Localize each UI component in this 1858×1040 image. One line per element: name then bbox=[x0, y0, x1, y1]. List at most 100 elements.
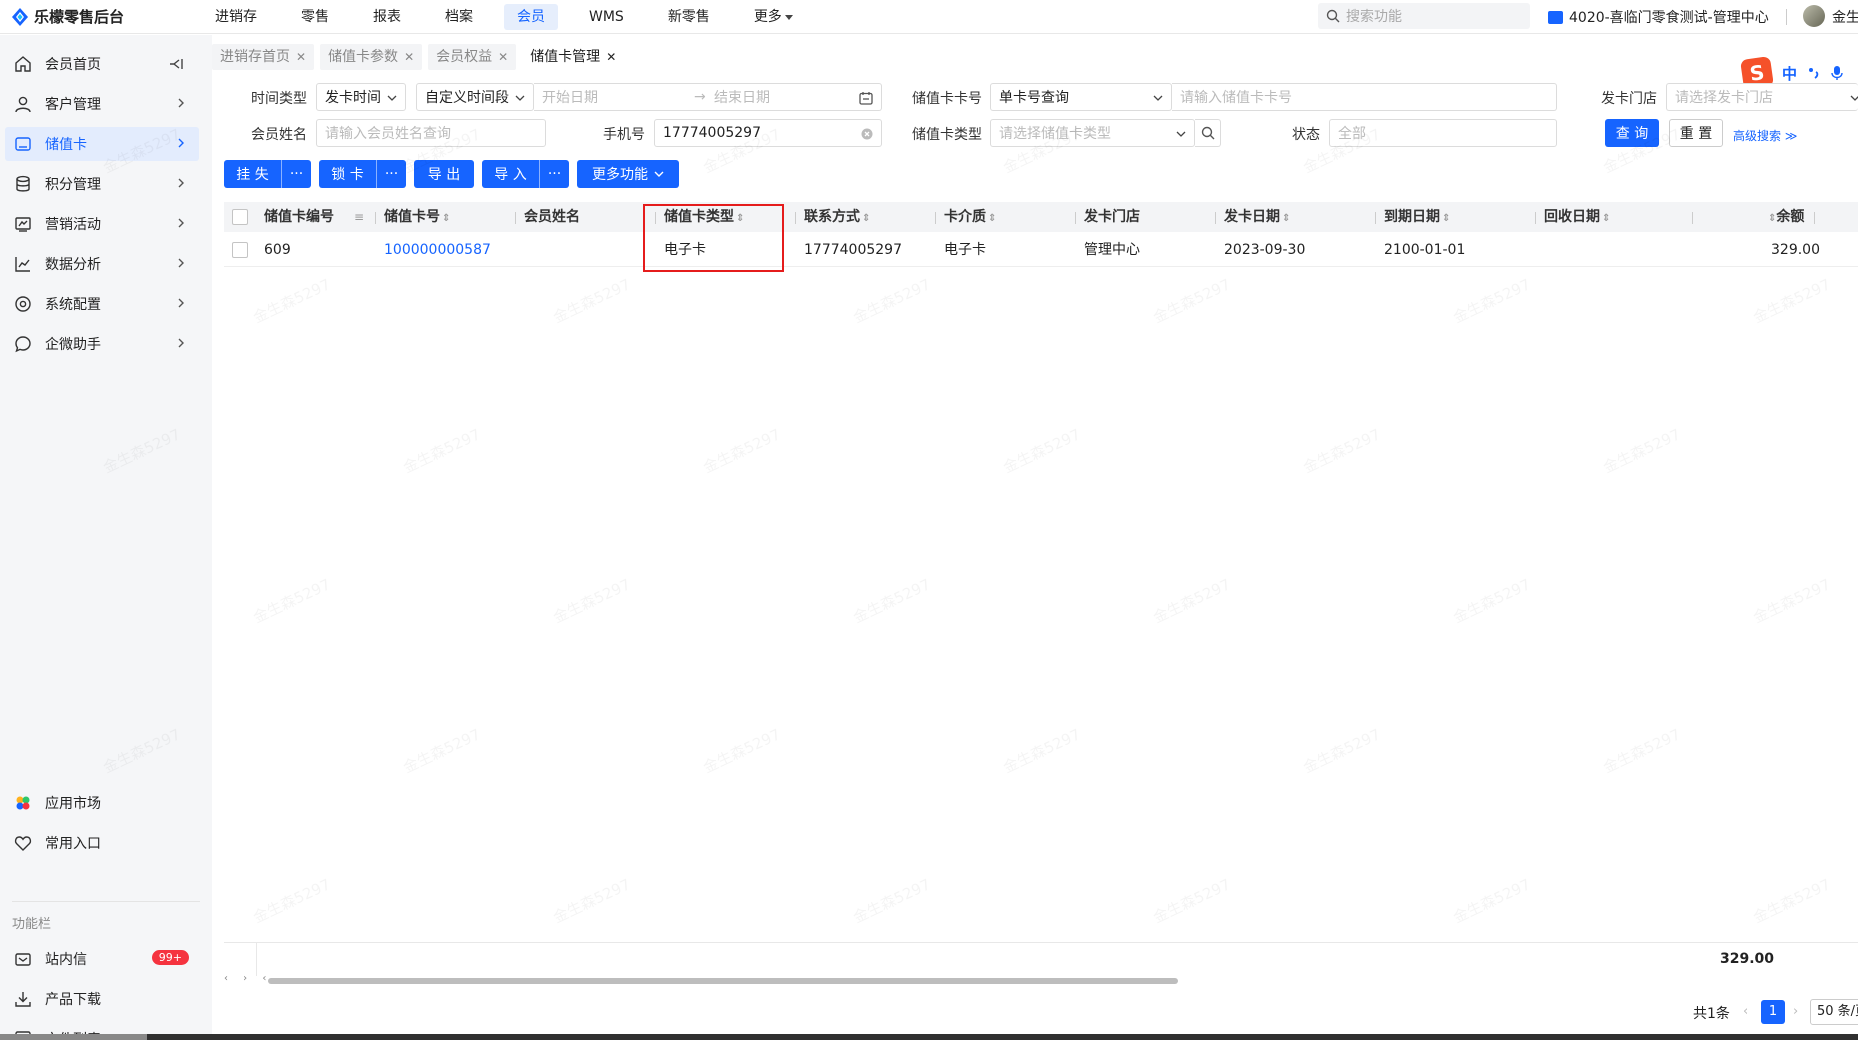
nav-inventory[interactable]: 进销存 bbox=[202, 4, 270, 30]
caret-down-icon bbox=[784, 14, 793, 20]
sidebar-item-label: 产品下载 bbox=[45, 992, 101, 1008]
close-icon[interactable]: ✕ bbox=[606, 50, 616, 64]
lock-card-label: 锁 卡 bbox=[331, 167, 364, 183]
sort-icon[interactable]: ⇕ bbox=[988, 213, 996, 224]
card-type-select[interactable]: 请选择储值卡类型 bbox=[990, 119, 1195, 147]
member-name-input[interactable]: 请输入会员姓名查询 bbox=[316, 119, 546, 147]
next-page-icon[interactable]: › bbox=[1793, 1000, 1798, 1024]
card-no-input[interactable]: 请输入储值卡卡号 bbox=[1172, 83, 1557, 111]
chevron-right-icon bbox=[178, 298, 184, 308]
import-button[interactable]: 导 入 ··· bbox=[482, 160, 569, 188]
sidebar-item-points[interactable]: 积分管理 bbox=[5, 167, 199, 201]
sidebar-item-member-home[interactable]: 会员首页 bbox=[5, 47, 199, 81]
issue-store-select[interactable]: 请选择发卡门店 bbox=[1666, 83, 1858, 111]
nav-retail[interactable]: 零售 bbox=[288, 4, 342, 30]
nav-member[interactable]: 会员 bbox=[504, 4, 558, 30]
sidebar-item-wecom-assistant[interactable]: 企微助手 bbox=[5, 327, 199, 361]
sidebar-item-downloads[interactable]: 产品下载 bbox=[5, 982, 199, 1016]
watermark-text: 金生森5297 bbox=[1299, 423, 1383, 477]
lock-card-more-button[interactable]: ··· bbox=[376, 160, 406, 188]
report-loss-more-button[interactable]: ··· bbox=[281, 160, 311, 188]
user-name[interactable]: 金生 bbox=[1832, 7, 1858, 27]
sidebar-item-app-market[interactable]: 应用市场 bbox=[5, 786, 199, 820]
column-medium[interactable]: 卡介质 ⇕ bbox=[944, 202, 996, 232]
avatar[interactable] bbox=[1803, 5, 1825, 27]
app-logo[interactable]: 乐檬零售后台 bbox=[12, 6, 124, 27]
sort-icon[interactable]: ⇕ bbox=[1442, 213, 1450, 224]
advanced-search-link[interactable]: 高级搜索 ≫ bbox=[1733, 127, 1797, 144]
collapse-sidebar-icon[interactable] bbox=[169, 56, 185, 72]
tab-card-params[interactable]: 储值卡参数 ✕ bbox=[320, 44, 423, 70]
clear-input-icon[interactable] bbox=[861, 128, 873, 140]
column-contact[interactable]: 联系方式 ⇕ bbox=[804, 202, 870, 232]
column-recycle-date[interactable]: 回收日期 ⇕ bbox=[1544, 202, 1610, 232]
sidebar-item-favorites[interactable]: 常用入口 bbox=[5, 826, 199, 860]
sidebar-item-analytics[interactable]: 数据分析 bbox=[5, 247, 199, 281]
nav-new-retail[interactable]: 新零售 bbox=[655, 4, 723, 30]
chart-icon bbox=[13, 214, 33, 234]
nav-archive[interactable]: 档案 bbox=[432, 4, 486, 30]
nav-report[interactable]: 报表 bbox=[360, 4, 414, 30]
lock-card-button[interactable]: 锁 卡 ··· bbox=[319, 160, 406, 188]
page-size-select[interactable]: 50 条/页 bbox=[1810, 999, 1858, 1025]
tab-inventory-home[interactable]: 进销存首页 ✕ bbox=[212, 44, 315, 70]
reset-button[interactable]: 重 置 bbox=[1669, 119, 1723, 147]
custom-range-select[interactable]: 自定义时间段 bbox=[416, 83, 534, 111]
select-all-checkbox[interactable] bbox=[232, 209, 248, 225]
status-label: 状态 bbox=[1292, 127, 1320, 143]
scroll-arrows-icon[interactable]: ‹ › ‹ bbox=[224, 973, 272, 984]
query-button[interactable]: 查 询 bbox=[1605, 119, 1659, 147]
sort-icon[interactable]: ⇕ bbox=[862, 213, 870, 224]
card-type-search-button[interactable] bbox=[1195, 119, 1221, 147]
status-select[interactable]: 全部 bbox=[1329, 119, 1557, 147]
sidebar-item-customer[interactable]: 客户管理 bbox=[5, 87, 199, 121]
date-range-picker[interactable]: 开始日期 → 结束日期 bbox=[534, 83, 882, 111]
sidebar-item-label: 会员首页 bbox=[45, 57, 101, 73]
nav-more[interactable]: 更多 bbox=[741, 4, 806, 30]
store-switcher[interactable]: 4020-喜临门零食测试-管理中心 bbox=[1548, 7, 1769, 27]
report-loss-label: 挂 失 bbox=[236, 167, 269, 183]
watermark-text: 金生森5297 bbox=[1599, 423, 1683, 477]
report-loss-button[interactable]: 挂 失 ··· bbox=[224, 160, 311, 188]
trend-icon bbox=[13, 254, 33, 274]
export-button[interactable]: 导 出 bbox=[414, 160, 474, 188]
global-search-input[interactable]: 搜索功能 bbox=[1318, 3, 1530, 29]
page-button-current[interactable]: 1 bbox=[1761, 1000, 1785, 1024]
prev-page-icon[interactable]: ‹ bbox=[1743, 1000, 1748, 1024]
tab-card-management[interactable]: 储值卡管理 ✕ bbox=[522, 44, 625, 70]
watermark-text: 金生森5297 bbox=[249, 573, 333, 627]
table-row[interactable]: 609 100000000587 电子卡 17774005297 电子卡 管理中… bbox=[224, 233, 1858, 267]
divider bbox=[224, 942, 1858, 943]
column-issue-date[interactable]: 发卡日期 ⇕ bbox=[1224, 202, 1290, 232]
tab-member-benefits[interactable]: 会员权益 ✕ bbox=[428, 44, 517, 70]
microphone-icon[interactable] bbox=[1831, 65, 1843, 81]
sidebar-item-stored-card[interactable]: 储值卡 bbox=[5, 127, 199, 161]
column-settings-icon[interactable]: ≡ bbox=[354, 210, 364, 224]
sidebar-item-messages[interactable]: 站内信 99+ bbox=[5, 942, 199, 976]
sidebar-item-system-config[interactable]: 系统配置 bbox=[5, 287, 199, 321]
row-checkbox[interactable] bbox=[232, 242, 248, 258]
column-expire-date[interactable]: 到期日期 ⇕ bbox=[1384, 202, 1450, 232]
import-more-button[interactable]: ··· bbox=[539, 160, 569, 188]
ime-lang[interactable]: 中 bbox=[1782, 63, 1797, 84]
column-card-no[interactable]: 储值卡号 ⇕ bbox=[384, 202, 450, 232]
phone-input[interactable]: 17774005297 bbox=[654, 119, 882, 147]
time-type-select[interactable]: 发卡时间 bbox=[316, 83, 406, 111]
chevron-right-icon bbox=[178, 338, 184, 348]
horizontal-scrollbar[interactable] bbox=[268, 978, 1178, 984]
sidebar-item-marketing[interactable]: 营销活动 bbox=[5, 207, 199, 241]
column-balance[interactable]: ⇕余额 bbox=[1766, 202, 1804, 232]
close-icon[interactable]: ✕ bbox=[498, 50, 508, 64]
punctuation-icon[interactable] bbox=[1807, 66, 1821, 80]
more-functions-button[interactable]: 更多功能 bbox=[577, 160, 679, 188]
sort-icon[interactable]: ⇕ bbox=[1282, 213, 1290, 224]
sort-icon[interactable]: ⇕ bbox=[1602, 213, 1610, 224]
nav-wms[interactable]: WMS bbox=[576, 4, 637, 30]
card-query-mode-select[interactable]: 单卡号查询 bbox=[990, 83, 1172, 111]
column-label: 余额 bbox=[1776, 209, 1805, 225]
close-icon[interactable]: ✕ bbox=[296, 50, 306, 64]
close-icon[interactable]: ✕ bbox=[404, 50, 414, 64]
divider bbox=[795, 212, 796, 224]
cell-card-no-link[interactable]: 100000000587 bbox=[384, 233, 491, 267]
sort-icon[interactable]: ⇕ bbox=[442, 213, 450, 224]
